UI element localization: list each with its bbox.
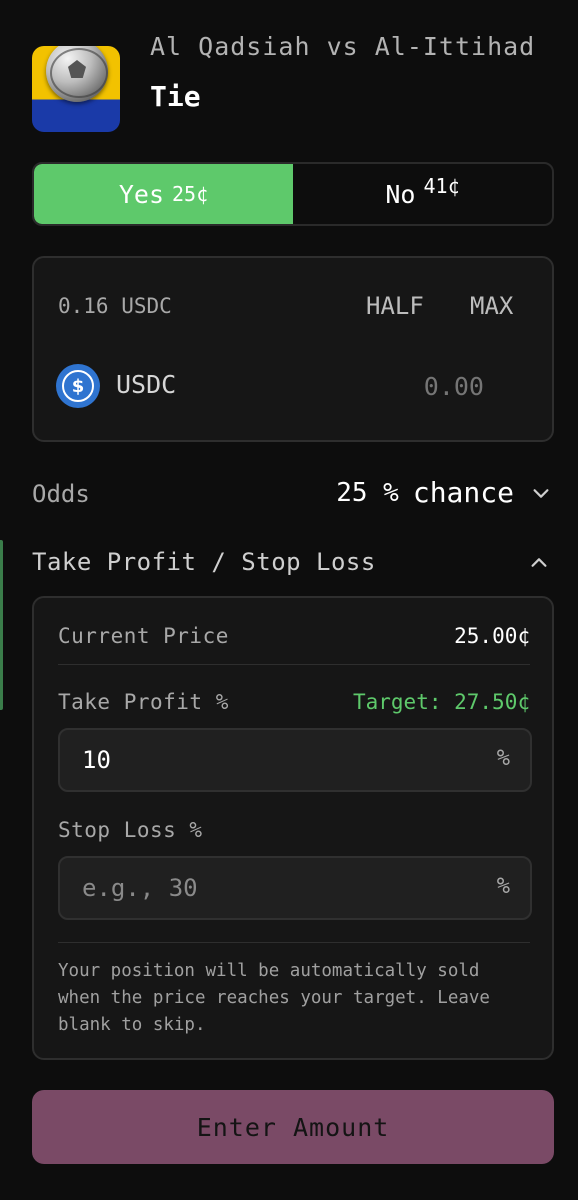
stop-loss-field: % bbox=[58, 856, 532, 920]
current-price-value: 25.00¢ bbox=[454, 624, 530, 648]
amount-input[interactable] bbox=[334, 368, 484, 404]
stop-loss-input[interactable] bbox=[82, 858, 462, 918]
max-button[interactable]: MAX bbox=[470, 292, 513, 320]
current-price-label: Current Price bbox=[58, 624, 229, 648]
tpsl-title: Take Profit / Stop Loss bbox=[32, 548, 376, 576]
token-label: USDC bbox=[116, 370, 177, 399]
odds-percent: 25 % bbox=[336, 477, 399, 508]
match-title: Al Qadsiah vs Al-Ittihad bbox=[150, 32, 536, 61]
wallet-balance: 0.16 USDC bbox=[58, 294, 172, 318]
outcome-title: Tie bbox=[150, 80, 201, 113]
amount-box: 0.16 USDC HALF MAX $ USDC bbox=[32, 256, 554, 442]
soccer-ball-icon bbox=[46, 46, 108, 102]
yes-label: Yes bbox=[118, 179, 165, 209]
chevron-up-icon bbox=[531, 558, 547, 567]
chevron-down-icon bbox=[533, 488, 549, 498]
odds-label: Odds bbox=[32, 480, 90, 508]
usdc-icon: $ bbox=[56, 364, 100, 408]
take-profit-target: Target: 27.50¢ bbox=[352, 690, 530, 714]
market-header: Al Qadsiah vs Al-Ittihad Tie bbox=[32, 28, 552, 132]
divider bbox=[58, 664, 530, 665]
tpsl-toggle[interactable]: Take Profit / Stop Loss bbox=[32, 548, 554, 580]
take-profit-suffix: % bbox=[496, 746, 510, 771]
market-icon bbox=[32, 46, 120, 132]
yes-no-toggle: Yes 25¢ No 41¢ bbox=[32, 162, 554, 226]
no-price: 41¢ bbox=[423, 174, 460, 198]
take-profit-input[interactable] bbox=[82, 730, 462, 790]
divider bbox=[58, 942, 530, 943]
no-option-button[interactable]: No 41¢ bbox=[293, 164, 552, 224]
stop-loss-suffix: % bbox=[496, 874, 510, 899]
yes-option-button[interactable]: Yes 25¢ bbox=[34, 164, 293, 224]
odds-dropdown[interactable]: 25 % chance bbox=[336, 476, 552, 509]
half-button[interactable]: HALF bbox=[366, 292, 424, 320]
trade-panel: Al Qadsiah vs Al-Ittihad Tie Yes 25¢ No … bbox=[0, 0, 578, 1200]
take-profit-label: Take Profit % bbox=[58, 690, 229, 714]
take-profit-field: % bbox=[58, 728, 532, 792]
yes-price: 25¢ bbox=[172, 182, 209, 206]
no-label: No bbox=[385, 179, 416, 209]
tpsl-panel: Current Price 25.00¢ Take Profit % Targe… bbox=[32, 596, 554, 1060]
odds-chance-label: chance bbox=[412, 476, 514, 509]
usdc-dollar-glyph: $ bbox=[62, 370, 94, 402]
stop-loss-label: Stop Loss % bbox=[58, 818, 203, 842]
tpsl-help-text: Your position will be automatically sold… bbox=[58, 961, 490, 1035]
enter-amount-button[interactable]: Enter Amount bbox=[32, 1090, 554, 1164]
edge-accent-bar bbox=[0, 540, 3, 710]
